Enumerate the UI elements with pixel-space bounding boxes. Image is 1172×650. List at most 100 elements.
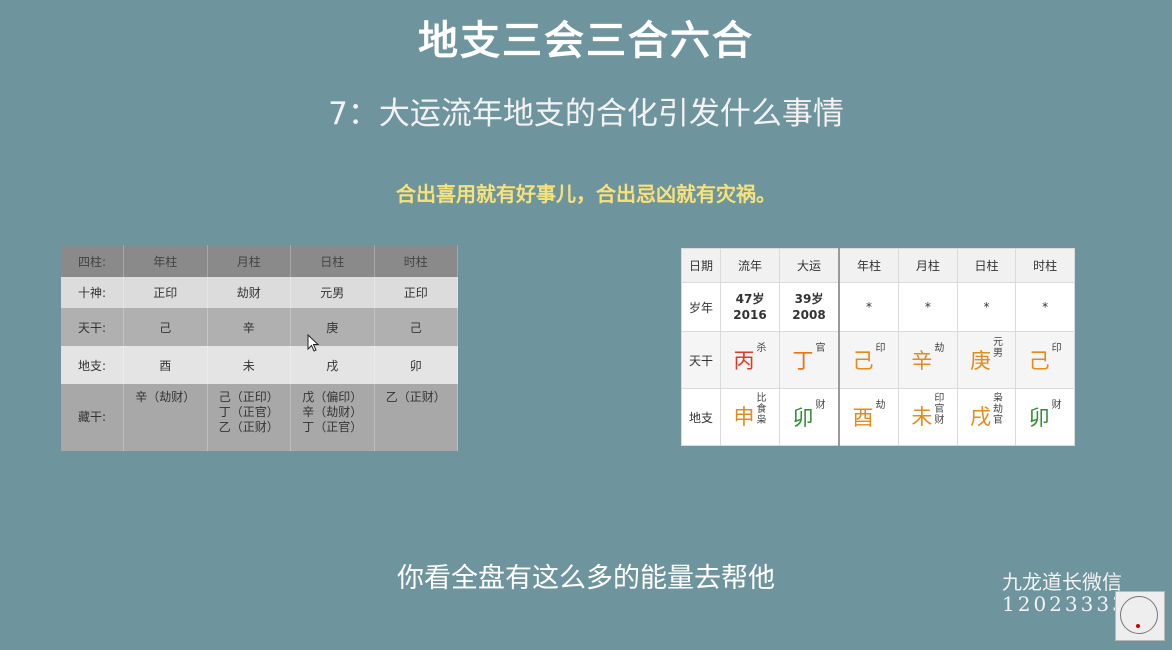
bazi-chart-table: 四柱: 年柱 月柱 日柱 时柱 十神: 正印 劫财 元男 正印 天干: 己 辛 …: [61, 245, 458, 451]
branch-note: 印官财: [934, 392, 945, 426]
liunian-stem-cell: 丙杀: [720, 331, 780, 389]
canggan-cell: 己（正印） 丁（正官） 乙（正财）: [207, 384, 291, 451]
header-dayun: 大运: [779, 248, 840, 283]
tiangan-label: 天干: [681, 331, 721, 389]
canggan-cell: 戊（偏印） 辛（劫财） 丁（正官）: [290, 384, 375, 451]
header-rizhu: 日柱: [290, 245, 375, 277]
canggan-label: 藏干:: [61, 384, 124, 451]
star-cell: *: [1015, 282, 1075, 332]
shishen-cell: 劫财: [207, 277, 291, 308]
star-cell: *: [956, 282, 1017, 332]
dizhi-row: 地支 申比食枭 卯财 酉劫 未印官财 戌枭劫官 卯财: [681, 388, 1075, 446]
header-yuezhu: 月柱: [898, 248, 958, 283]
branch-note: 财: [815, 400, 826, 411]
stem-char: 丙: [733, 349, 755, 373]
stem-char: 己: [1028, 349, 1050, 373]
shishen-label: 十神:: [61, 277, 124, 308]
page-subtitle: 7：大运流年地支的合化引发什么事情: [328, 96, 844, 132]
liunian-year-cell: 47岁 2016: [720, 282, 780, 332]
pillar-branch-cell: 卯财: [1015, 388, 1075, 446]
tiangan-row: 天干: 己 辛 庚 己: [61, 308, 458, 346]
canggan-item: 辛（劫财）: [135, 390, 196, 404]
stem-char: 庚: [970, 349, 991, 373]
branch-char: 卯: [1028, 406, 1050, 430]
shishen-cell: 正印: [374, 277, 458, 308]
branch-char: 酉: [852, 406, 874, 430]
stem-char: 辛: [911, 349, 933, 373]
pillar-branch-cell: 未印官财: [898, 388, 958, 446]
canggan-item: 辛（劫财）: [302, 405, 363, 419]
shishen-cell-day-master: 元男: [290, 277, 375, 308]
stem-note: 印: [875, 343, 886, 354]
pillar-branch-cell: 酉劫: [838, 388, 900, 446]
header-sizhu: 四柱:: [61, 245, 124, 277]
dayun-year-cell: 39岁 2008: [779, 282, 840, 332]
watermark-number: 12023333: [1002, 592, 1128, 616]
table-header-row: 四柱: 年柱 月柱 日柱 时柱: [61, 245, 458, 277]
tiangan-row: 天干 丙杀 丁官 己印 辛劫 庚元男 己印: [681, 331, 1075, 389]
stem-note: 杀: [756, 343, 767, 354]
dayun-branch-cell: 卯财: [779, 388, 840, 446]
branch-char: 戌: [970, 404, 991, 429]
liunian-year: 2016: [733, 308, 767, 322]
seal-circle-icon: [1120, 596, 1158, 634]
canggan-cell: 乙（正财）: [374, 384, 458, 451]
stem-char: 己: [852, 349, 874, 373]
dayun-year: 2008: [792, 308, 826, 322]
canggan-item: 戊（偏印）: [302, 390, 363, 404]
header-shizhu: 时柱: [374, 245, 458, 277]
branch-char: 申: [733, 404, 755, 429]
stem-note: 劫: [934, 343, 945, 354]
shishen-row: 十神: 正印 劫财 元男 正印: [61, 277, 458, 308]
branch-char: 未: [911, 404, 933, 429]
page-title: 地支三会三合六合: [418, 18, 754, 64]
highlight-note: 合出喜用就有好事儿，合出忌凶就有灾祸。: [396, 182, 776, 206]
pillar-stem-cell: 己印: [1015, 331, 1075, 389]
dizhi-label: 地支:: [61, 346, 124, 384]
branch-note: 劫: [875, 400, 886, 411]
table-header-row: 日期 流年 大运 年柱 月柱 日柱 时柱: [681, 248, 1075, 283]
tiangan-label: 天干:: [61, 308, 124, 346]
dizhi-char: 戌: [290, 346, 375, 384]
stem-note: 元男: [993, 337, 1003, 359]
tiangan-char: 庚: [290, 308, 375, 346]
liunian-age: 47岁: [735, 292, 765, 306]
header-yuezhu: 月柱: [207, 245, 291, 277]
year-row-label: 岁年: [681, 282, 721, 332]
header-nianzhu: 年柱: [123, 245, 208, 277]
stem-char: 丁: [792, 349, 814, 373]
stem-note: 印: [1051, 343, 1062, 354]
header-shizhu: 时柱: [1015, 248, 1075, 283]
shishen-cell: 正印: [123, 277, 208, 308]
header-nianzhu: 年柱: [838, 248, 900, 283]
tiangan-char: 辛: [207, 308, 291, 346]
seal-dot-icon: [1136, 624, 1140, 628]
branch-note: 比食枭: [756, 392, 767, 426]
star-cell: *: [838, 282, 900, 332]
liunian-branch-cell: 申比食枭: [720, 388, 780, 446]
stem-note: 官: [815, 343, 826, 354]
canggan-row: 藏干: 辛（劫财） 己（正印） 丁（正官） 乙（正财） 戊（偏印） 辛（劫财） …: [61, 384, 458, 451]
dizhi-char: 酉: [123, 346, 208, 384]
canggan-item: 丁（正官）: [302, 420, 363, 434]
dayun-age: 39岁: [794, 292, 824, 306]
dizhi-char: 未: [207, 346, 291, 384]
logo-seal: [1115, 591, 1165, 641]
tiangan-char: 己: [123, 308, 208, 346]
branch-note: 财: [1051, 400, 1062, 411]
branch-char: 卯: [792, 406, 814, 430]
watermark-name: 九龙道长微信: [1002, 570, 1122, 594]
header-liunian: 流年: [720, 248, 780, 283]
pillar-stem-cell: 辛劫: [898, 331, 958, 389]
year-row: 岁年 47岁 2016 39岁 2008 * * * *: [681, 282, 1075, 332]
star-cell: *: [898, 282, 958, 332]
canggan-cell: 辛（劫财）: [123, 384, 208, 451]
canggan-item: 己（正印）: [218, 390, 279, 404]
dizhi-char: 卯: [374, 346, 458, 384]
header-rizhu: 日柱: [956, 248, 1017, 283]
canggan-item: 丁（正官）: [218, 405, 279, 419]
dayun-stem-cell: 丁官: [779, 331, 840, 389]
branch-note: 枭劫官: [993, 392, 1003, 426]
tiangan-char: 己: [374, 308, 458, 346]
dizhi-label: 地支: [681, 388, 721, 446]
